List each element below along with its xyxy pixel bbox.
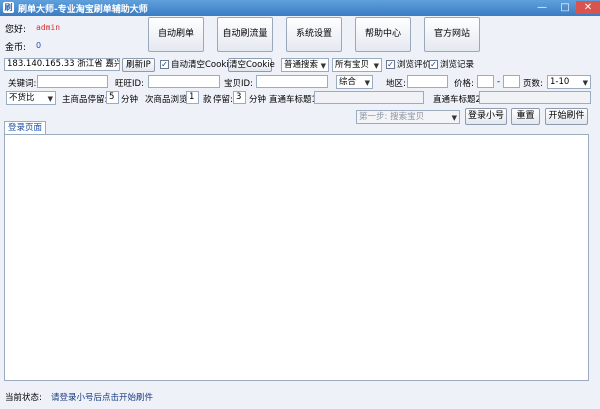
browse-reviews-label: 浏览评价 [397,60,432,70]
secondary-stay-unit: 分钟 [249,95,267,105]
chevron-down-icon: ▼ [364,79,370,87]
chevron-down-icon: ▼ [373,62,379,70]
train-title1-input[interactable] [314,91,424,104]
status-label: 当前状态: [5,393,42,403]
clear-cookie-button[interactable]: 清空Cookie [228,58,275,72]
item-id-input[interactable] [256,75,328,88]
price-separator: - [497,77,501,87]
search-mode-select[interactable]: 普通搜索 ▼ [281,58,329,72]
browse-reviews-checkbox[interactable]: ✓ 浏览评价 [386,59,431,71]
item-scope-value: 所有宝贝 [335,60,370,70]
pages-label: 页数: [523,79,543,89]
item-id-label: 宝贝ID: [224,79,253,89]
pages-select[interactable]: 1-10 ▼ [547,75,591,89]
step-value: 第一步: 搜索宝贝 [359,112,425,122]
auto-clear-cookie-checkbox[interactable]: ✓ 自动清空Cookie [160,59,234,71]
chevron-down-icon: ▼ [47,95,53,103]
checkbox-checked-icon: ✓ [429,60,438,69]
secondary-count-input[interactable]: 1 [186,91,199,104]
sort-value: 综合 [339,77,357,87]
official-site-button[interactable]: 官方网站 [424,17,480,52]
price-min-input[interactable] [477,75,494,88]
wangwang-input[interactable] [148,75,220,88]
search-mode-value: 普通搜索 [284,60,319,70]
main-stay-label: 主商品停留: [62,95,108,105]
maximize-button[interactable]: □ [553,1,577,14]
tab-login-page[interactable]: 登录页面 [4,121,46,135]
login-small-account-button[interactable]: 登录小号 [465,108,507,125]
user-label: 您好: [5,25,27,35]
title-bar: 刷 刷单大师-专业淘宝刷单辅助大师 — □ ✕ [0,0,600,16]
checkbox-checked-icon: ✓ [160,60,169,69]
price-label: 价格: [454,79,474,89]
sort-select[interactable]: 综合 ▼ [336,75,373,89]
auto-clear-cookie-label: 自动清空Cookie [171,60,234,70]
browse-records-label: 浏览记录 [440,60,475,70]
log-panel[interactable] [4,134,589,381]
coins-value: 0 [36,41,42,50]
price-max-input[interactable] [503,75,520,88]
item-scope-select[interactable]: 所有宝贝 ▼ [332,58,382,72]
coins-label: 金币: [5,43,27,53]
main-stay-input[interactable]: 5 [106,91,119,104]
browse-records-checkbox[interactable]: ✓ 浏览记录 [429,59,474,71]
window-title: 刷单大师-专业淘宝刷单辅助大师 [18,5,148,15]
app-logo-icon: 刷 [3,2,14,13]
train-title2-label: 直通车标题2: [433,95,484,105]
help-center-button[interactable]: 帮助中心 [355,17,411,52]
wangwang-label: 旺旺ID: [115,79,144,89]
compare-value: 不货比 [9,93,35,103]
status-value: 请登录小号后点击开始刷件 [51,393,154,403]
user-value: admin [36,23,61,32]
secondary-unit: 款 [203,95,212,105]
auto-traffic-button[interactable]: 自动刷流量 [217,17,273,52]
chevron-down-icon: ▼ [320,62,326,70]
secondary-stay-label: 停留: [213,95,233,105]
keyword-input[interactable] [37,75,108,88]
close-button[interactable]: ✕ [576,1,600,14]
compare-select[interactable]: 不货比 ▼ [6,91,56,105]
main-stay-unit: 分钟 [121,95,139,105]
step-select[interactable]: 第一步: 搜索宝贝 ▼ [356,110,460,124]
region-input[interactable] [407,75,448,88]
ip-field[interactable]: 183.140.165.33 浙江省 嘉兴市 [4,58,120,71]
pages-value: 1-10 [550,77,570,87]
auto-order-button[interactable]: 自动刷单 [148,17,204,52]
minimize-button[interactable]: — [530,1,554,14]
refresh-ip-button[interactable]: 刷新IP [122,58,155,72]
checkbox-checked-icon: ✓ [386,60,395,69]
secondary-stay-input[interactable]: 3 [233,91,246,104]
reset-button[interactable]: 重置 [511,108,540,125]
train-title2-input[interactable] [479,91,591,104]
region-label: 地区: [386,79,406,89]
chevron-down-icon: ▼ [451,114,457,122]
system-settings-button[interactable]: 系统设置 [286,17,342,52]
keyword-label: 关键词: [8,79,37,89]
secondary-browse-label: 次商品浏览 [145,95,188,105]
chevron-down-icon: ▼ [582,79,588,87]
train-title1-label: 直通车标题1: [269,95,320,105]
start-order-button[interactable]: 开始刷件 [545,108,588,125]
